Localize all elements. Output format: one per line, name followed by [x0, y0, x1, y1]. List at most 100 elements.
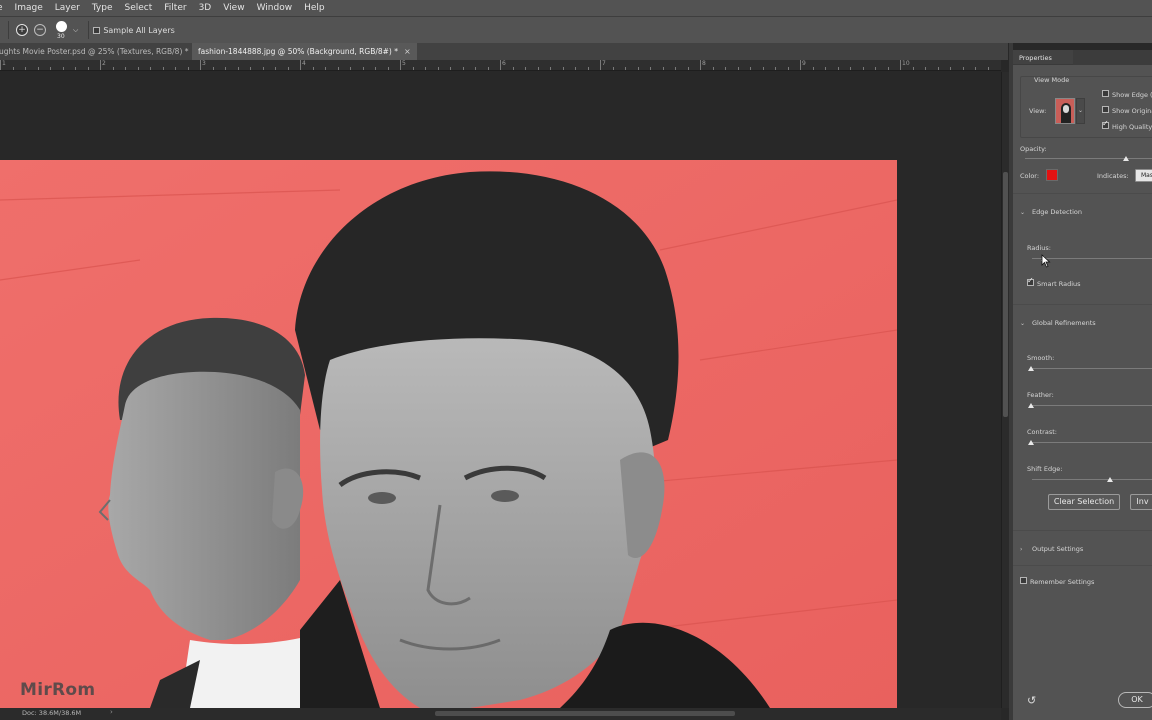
- ruler-minor-tick: [787, 67, 789, 70]
- properties-title: Properties: [1019, 54, 1052, 62]
- opacity-slider-track[interactable]: [1025, 158, 1152, 159]
- ruler-minor-tick: [287, 67, 289, 70]
- output-settings-header[interactable]: › Output Settings: [1020, 545, 1083, 553]
- ruler-minor-tick: [462, 67, 464, 70]
- ruler-minor-tick: [975, 67, 976, 70]
- overlay-color-swatch[interactable]: [1046, 169, 1058, 181]
- ruler-minor-tick: [625, 67, 626, 70]
- ruler-minor-tick: [387, 67, 389, 70]
- mouse-pointer-icon: [1041, 254, 1051, 268]
- ruler-minor-tick: [262, 67, 264, 70]
- shift-edge-label: Shift Edge:: [1027, 465, 1063, 473]
- menu-type[interactable]: Type: [86, 3, 119, 13]
- indicates-dropdown[interactable]: Mas: [1135, 169, 1152, 182]
- tab-movie-poster[interactable]: ughts Movie Poster.psd @ 25% (Textures, …: [0, 43, 192, 60]
- edge-detection-header[interactable]: ⌄ Edge Detection: [1020, 208, 1082, 216]
- vertical-scrollbar[interactable]: [1001, 72, 1009, 708]
- menu-3d[interactable]: 3D: [193, 3, 218, 13]
- shift-edge-slider-track[interactable]: [1032, 479, 1152, 480]
- ruler-minor-tick: [225, 67, 226, 70]
- menu-help[interactable]: Help: [298, 3, 331, 13]
- ruler-major-tick: [0, 60, 1, 70]
- photo-with-overlay[interactable]: [0, 160, 897, 708]
- global-refinements-header[interactable]: ⌄ Global Refinements: [1020, 319, 1096, 327]
- menu-layer[interactable]: Layer: [49, 3, 86, 13]
- ruler-minor-tick: [50, 67, 51, 70]
- indicates-label: Indicates:: [1097, 172, 1129, 180]
- close-icon[interactable]: ×: [404, 47, 411, 56]
- contrast-slider-handle[interactable]: [1028, 440, 1034, 445]
- remember-settings-checkbox[interactable]: [1020, 577, 1027, 584]
- document-tabs: ughts Movie Poster.psd @ 25% (Textures, …: [0, 43, 1008, 60]
- smooth-slider-handle[interactable]: [1028, 366, 1034, 371]
- remember-settings-option[interactable]: Remember Settings: [1020, 577, 1094, 586]
- brush-size-value: 30: [57, 33, 65, 40]
- ruler-minor-tick: [450, 67, 451, 70]
- scrollbar-thumb[interactable]: [1003, 172, 1008, 417]
- chevron-down-icon[interactable]: ⌄: [1076, 98, 1085, 124]
- ruler-minor-tick: [650, 67, 651, 70]
- ruler-label: 9: [802, 60, 806, 67]
- chevron-right-icon[interactable]: ›: [110, 708, 113, 716]
- ruler-minor-tick: [325, 67, 326, 70]
- show-edge-checkbox[interactable]: [1102, 90, 1109, 97]
- high-quality-option[interactable]: High Quality P: [1102, 119, 1152, 131]
- menu-edit[interactable]: e: [0, 3, 9, 13]
- smart-radius-checkbox[interactable]: [1027, 276, 1034, 286]
- horizontal-scrollbar[interactable]: [0, 708, 1001, 720]
- thumbnail-face: [1063, 105, 1069, 113]
- canvas-area[interactable]: [0, 72, 1001, 708]
- ruler-minor-tick: [12, 67, 14, 70]
- ok-button[interactable]: OK: [1118, 692, 1152, 708]
- ruler-major-tick: [800, 60, 801, 70]
- minus-circle-icon[interactable]: −: [34, 24, 46, 36]
- ruler-minor-tick: [537, 67, 539, 70]
- ruler-minor-tick: [250, 67, 251, 70]
- ruler-minor-tick: [637, 67, 639, 70]
- ruler-major-tick: [700, 60, 701, 70]
- contrast-label: Contrast:: [1027, 428, 1057, 436]
- properties-tab[interactable]: Properties: [1013, 50, 1073, 65]
- brush-size-picker[interactable]: 30: [53, 19, 71, 41]
- feather-slider-track[interactable]: [1032, 405, 1152, 406]
- scrollbar-thumb[interactable]: [435, 711, 735, 716]
- view-mode-thumbnail[interactable]: [1055, 98, 1075, 124]
- remember-settings-label: Remember Settings: [1030, 578, 1095, 586]
- high-quality-checkbox[interactable]: [1102, 119, 1109, 129]
- tab-fashion[interactable]: fashion-1844888.jpg @ 50% (Background, R…: [192, 43, 417, 60]
- ruler-major-tick: [900, 60, 901, 70]
- clear-selection-button[interactable]: Clear Selection: [1048, 494, 1120, 510]
- smart-radius-option[interactable]: Smart Radius: [1027, 276, 1081, 288]
- menu-view[interactable]: View: [217, 3, 250, 13]
- ruler-minor-tick: [837, 67, 839, 70]
- feather-slider-handle[interactable]: [1028, 403, 1034, 408]
- show-original-checkbox[interactable]: [1102, 106, 1109, 113]
- options-divider: [88, 21, 90, 39]
- shift-edge-slider-handle[interactable]: [1106, 477, 1113, 482]
- reset-arrow-icon[interactable]: ↺: [1027, 694, 1036, 707]
- opacity-slider-handle[interactable]: [1123, 156, 1130, 161]
- ruler-minor-tick: [87, 67, 89, 70]
- ruler-minor-tick: [725, 67, 726, 70]
- plus-circle-icon[interactable]: +: [16, 24, 28, 36]
- contrast-slider-track[interactable]: [1032, 442, 1152, 443]
- sample-all-layers-checkbox[interactable]: [93, 26, 101, 34]
- ruler-minor-tick: [75, 67, 76, 70]
- menu-bar: e Image Layer Type Select Filter 3D View…: [0, 0, 1152, 16]
- ruler-major-tick: [500, 60, 501, 70]
- ruler-minor-tick: [475, 67, 476, 70]
- ruler-label: 2: [102, 60, 106, 67]
- menu-select[interactable]: Select: [119, 3, 159, 13]
- invert-button[interactable]: Inv: [1130, 494, 1152, 510]
- chevron-down-icon[interactable]: ⌵: [73, 26, 78, 35]
- menu-filter[interactable]: Filter: [158, 3, 192, 13]
- show-edge-option[interactable]: Show Edge (J: [1102, 90, 1152, 99]
- show-original-label: Show Original: [1112, 107, 1152, 115]
- doc-size-status[interactable]: Doc: 38.6M/38.6M: [22, 709, 81, 717]
- ruler-minor-tick: [987, 67, 989, 70]
- show-original-option[interactable]: Show Original: [1102, 106, 1152, 115]
- menu-image[interactable]: Image: [9, 3, 49, 13]
- color-label: Color:: [1020, 172, 1040, 180]
- menu-window[interactable]: Window: [251, 3, 299, 13]
- smooth-slider-track[interactable]: [1032, 368, 1152, 369]
